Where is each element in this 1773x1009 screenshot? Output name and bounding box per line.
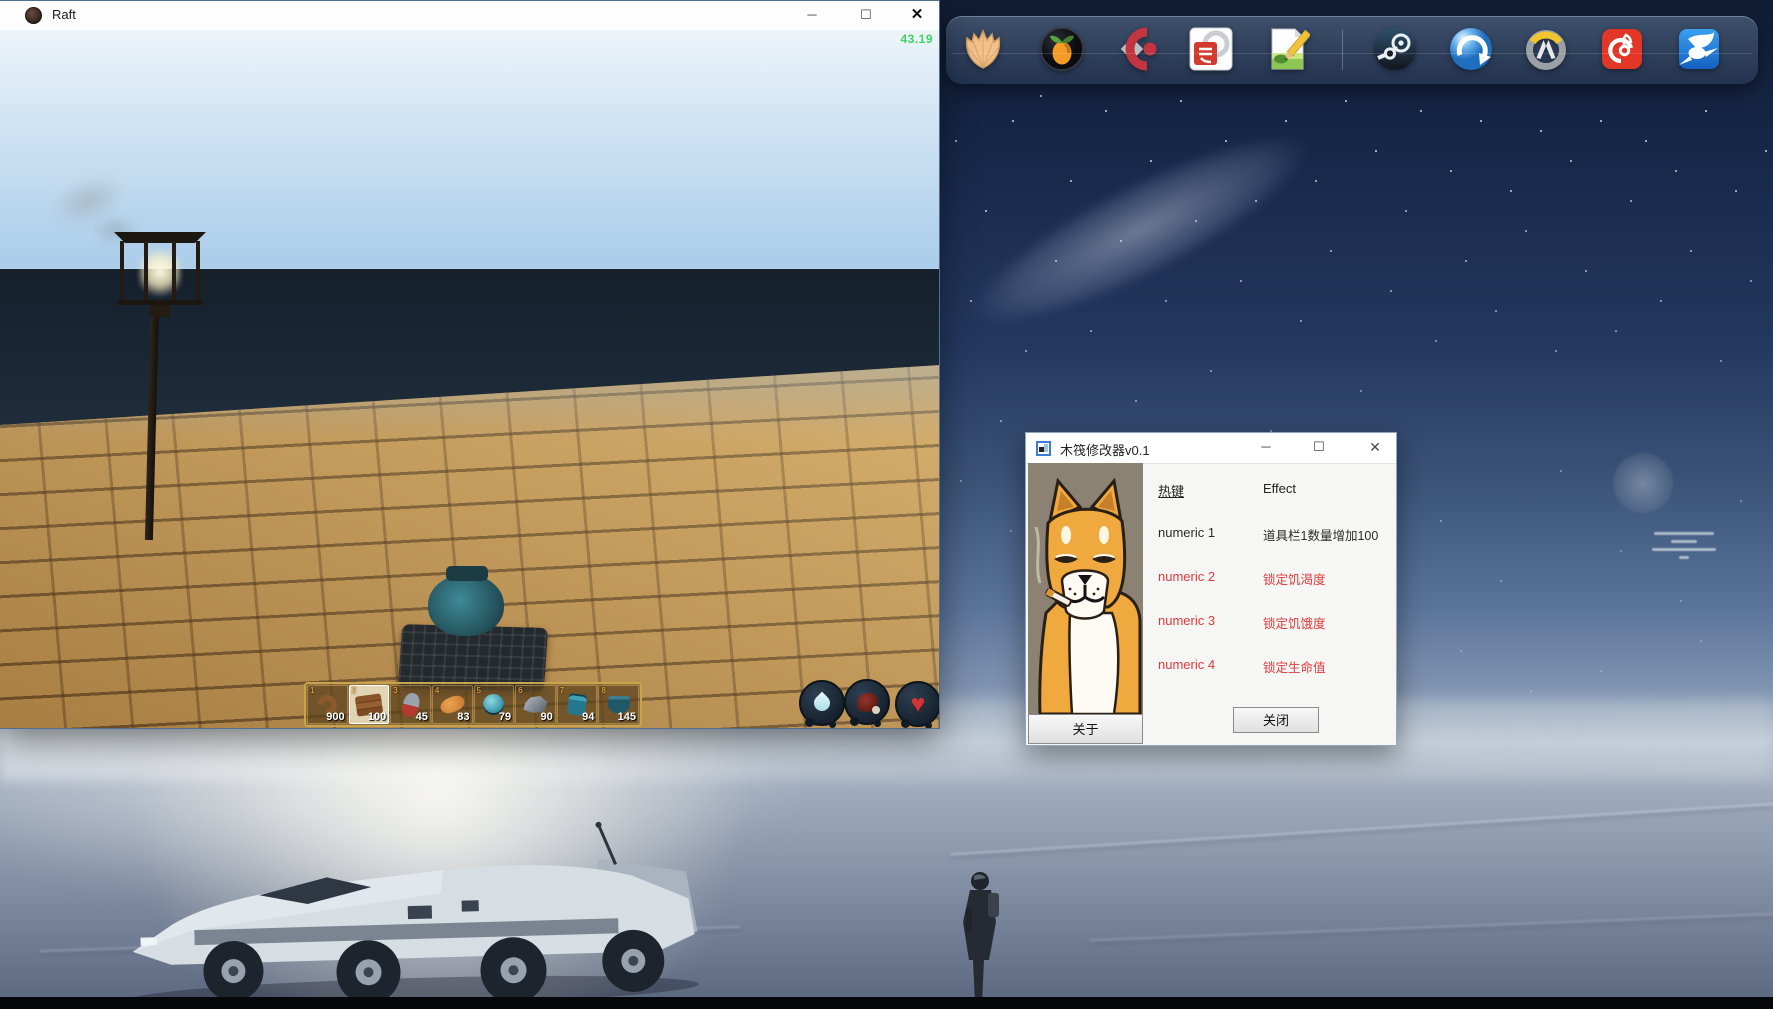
maximize-button[interactable]: ☐ [849,1,883,29]
item-count: 100 [368,711,386,723]
item-count: 45 [416,711,428,723]
dock-divider [1342,30,1343,70]
dock-icon-browser-sphere[interactable] [1448,26,1494,72]
item-count: 90 [541,711,553,723]
hotbar-slot-3[interactable]: 3 45 [390,685,431,724]
slot-number: 1 [310,686,314,695]
effect-cell: 锁定饥渴度 [1263,569,1326,588]
minimize-button[interactable]: ─ [1249,433,1283,461]
hotbar-slot-6[interactable]: 6 90 [515,685,556,724]
effect-header: Effect [1263,481,1296,496]
minimize-button[interactable]: ─ [795,1,829,29]
effect-cell: 道具栏1数量增加100 [1263,525,1378,544]
hotkey-cell: numeric 4 [1158,657,1215,672]
dock-bar [946,16,1758,84]
dock-icon-yi-language[interactable] [1188,26,1234,72]
slot-number: 4 [435,686,439,695]
item-count: 79 [499,711,511,723]
wallpaper-character [960,868,1004,1009]
hunger-indicator [844,679,890,725]
trainer-close-button[interactable]: 关闭 [1233,707,1319,733]
item-count: 900 [326,711,344,723]
hotbar-slot-1[interactable]: 1 900 [307,685,348,724]
dock-icon-fl-studio[interactable] [1039,26,1085,72]
slot-number: 8 [601,686,605,695]
game-viewport[interactable]: 43.19 1 900 2 100 3 45 [0,30,939,728]
trainer-app-icon [1036,441,1051,456]
item-count: 94 [582,711,594,723]
hotkey-cell: numeric 3 [1158,613,1215,628]
raft-titlebar[interactable]: Raft ─ ☐ ✕ [0,1,939,31]
trainer-window: 木筏修改器v0.1 ─ ☐ ✕ [1025,432,1397,746]
hotkey-cell: numeric 2 [1158,569,1215,584]
effect-cell: 锁定生命值 [1263,657,1326,676]
raft-window-title: Raft [52,7,76,22]
hotbar: 1 900 2 100 3 45 4 83 [304,682,642,727]
dock-icon-text-editor[interactable] [1264,26,1310,72]
heart-icon [911,692,926,717]
hotbar-slot-5[interactable]: 5 79 [474,685,515,724]
close-button[interactable]: ✕ [1358,433,1392,461]
dock-icon-netease-music[interactable] [1599,26,1645,72]
trainer-titlebar[interactable]: 木筏修改器v0.1 ─ ☐ ✕ [1026,433,1396,464]
hotbar-slot-7[interactable]: 7 94 [557,685,598,724]
hotbar-slot-2[interactable]: 2 100 [349,685,390,724]
slot-number: 6 [518,686,522,695]
wallpaper-watermark [1648,532,1720,564]
dock-icon-seashell[interactable] [960,26,1006,72]
wallpaper-bokeh [1612,452,1674,514]
slot-number: 7 [560,686,564,695]
fps-counter: 43.19 [900,32,933,46]
trainer-window-title: 木筏修改器v0.1 [1060,440,1150,459]
slot-number: 3 [393,686,397,695]
hotkey-cell: numeric 1 [1158,525,1215,540]
about-button[interactable]: 关于 [1028,714,1143,744]
raft-window: Raft ─ ☐ ✕ 43.19 1 [0,0,940,729]
letterbox-bar [0,997,1773,1009]
dock-icon-cubase[interactable] [1116,26,1162,72]
hotkey-header: 热键 [1158,481,1184,500]
item-count: 145 [618,711,636,723]
hotbar-slot-8[interactable]: 8 145 [598,685,639,724]
slot-number: 5 [477,686,481,695]
health-indicator [895,681,939,727]
hotbar-slot-4[interactable]: 4 83 [432,685,473,724]
doge-image [1028,463,1143,714]
wallpaper-vehicle [110,816,719,1009]
dock-icon-overwatch[interactable] [1523,26,1569,72]
water-drop-icon [811,692,834,715]
item-count: 83 [457,711,469,723]
maximize-button[interactable]: ☐ [1302,433,1336,461]
desktop: Raft ─ ☐ ✕ 43.19 1 [0,0,1773,1009]
effect-cell: 锁定饥饿度 [1263,613,1326,632]
dock-icon-xunlei-thunder[interactable] [1676,26,1722,72]
thirst-indicator [799,680,845,726]
water-purifier-lid [446,566,488,581]
slot-number: 2 [352,686,356,695]
water-purifier-pot [428,574,504,636]
lantern [117,232,203,314]
close-button[interactable]: ✕ [900,1,934,29]
dock-icon-steam[interactable] [1372,26,1418,72]
raft-app-icon [25,7,42,24]
meat-icon [857,693,878,712]
